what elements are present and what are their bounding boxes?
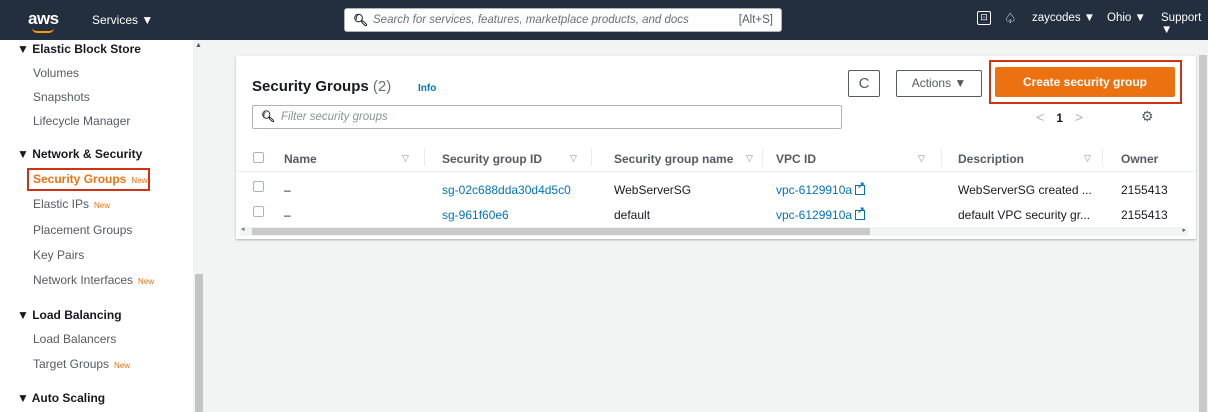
table-horizontal-scrollbar[interactable]: ◂ ▸: [240, 225, 1188, 236]
search-shortcut: [Alt+S]: [738, 14, 773, 26]
sidebar: ▼ Elastic Block Store Volumes Snapshots …: [0, 40, 205, 412]
cell-owner: 2155413: [1121, 208, 1168, 222]
external-link-icon: [855, 180, 866, 195]
sidebar-section-auto-scaling[interactable]: ▼ Auto Scaling: [17, 391, 105, 405]
create-security-group-button[interactable]: Create security group: [995, 67, 1175, 97]
search-icon: 🔍︎: [353, 13, 369, 27]
column-header-owner[interactable]: Owner: [1121, 152, 1158, 166]
cell-security-group-id-link[interactable]: sg-02c688dda30d4d5c0: [442, 183, 571, 197]
notifications-icon[interactable]: ♤: [1004, 10, 1017, 27]
select-all-checkbox[interactable]: [253, 152, 264, 163]
column-divider[interactable]: [424, 148, 425, 166]
cell-vpc-id-link[interactable]: vpc-6129910a: [776, 180, 866, 197]
column-header-security-group-name[interactable]: Security group name: [614, 152, 733, 166]
new-badge: New: [138, 277, 155, 286]
search-placeholder: Search for services, features, marketpla…: [373, 14, 689, 26]
row-checkbox[interactable]: [253, 181, 264, 192]
sidebar-item-snapshots[interactable]: Snapshots: [33, 90, 90, 104]
refresh-button[interactable]: C: [848, 70, 880, 97]
vpc-id-text: vpc-6129910a: [776, 183, 853, 197]
filter-placeholder: Filter security groups: [281, 111, 388, 123]
actions-button[interactable]: Actions ▼: [896, 70, 982, 97]
sidebar-item-security-groups[interactable]: Security Groups New: [33, 172, 147, 186]
new-badge: New: [131, 176, 148, 185]
sidebar-item-label: Security Groups: [33, 172, 127, 186]
sort-icon[interactable]: ▽: [746, 153, 753, 164]
sidebar-section-elastic-block-store[interactable]: ▼ Elastic Block Store: [17, 42, 141, 56]
new-badge: New: [94, 201, 111, 210]
sort-icon[interactable]: ▽: [570, 153, 577, 164]
sidebar-item-label: Target Groups: [33, 357, 110, 371]
global-search-input[interactable]: 🔍︎ Search for services, features, market…: [344, 8, 782, 32]
horizontal-scrollbar-thumb[interactable]: [252, 228, 870, 235]
refresh-icon: C: [858, 75, 870, 92]
support-menu[interactable]: Support ▼: [1161, 12, 1208, 36]
cell-security-group-id-link[interactable]: sg-961f60e6: [442, 208, 509, 222]
vpc-id-text: vpc-6129910a: [776, 208, 853, 222]
search-icon: 🔍︎: [261, 111, 275, 123]
cell-security-group-name: WebServerSG: [614, 183, 692, 197]
cell-owner: 2155413: [1121, 183, 1168, 197]
cloudshell-icon[interactable]: ⊡: [977, 11, 991, 25]
gear-icon[interactable]: ⚙: [1141, 108, 1154, 125]
services-menu[interactable]: Services ▼: [92, 13, 153, 27]
column-header-name[interactable]: Name: [284, 152, 317, 166]
sidebar-item-key-pairs[interactable]: Key Pairs: [33, 248, 84, 262]
scroll-right-arrow-icon[interactable]: ▸: [1182, 226, 1186, 234]
sidebar-item-label: Elastic IPs: [33, 197, 90, 211]
sidebar-item-placement-groups[interactable]: Placement Groups: [33, 223, 132, 237]
cell-description: WebServerSG created ...: [958, 183, 1092, 197]
sidebar-item-network-interfaces[interactable]: Network Interfaces New: [33, 273, 154, 287]
column-header-vpc-id[interactable]: VPC ID: [776, 152, 816, 166]
sort-icon[interactable]: ▽: [918, 153, 925, 164]
main-scrollbar-thumb[interactable]: [1199, 55, 1207, 412]
security-groups-panel: Security Groups (2) Info C Actions ▼ Cre…: [236, 56, 1196, 239]
page-title: Security Groups (2): [252, 78, 391, 95]
previous-page-icon[interactable]: <: [1036, 109, 1044, 125]
next-page-icon[interactable]: >: [1075, 109, 1083, 125]
cell-description: default VPC security gr...: [958, 208, 1091, 222]
aws-logo-smile: [32, 28, 54, 33]
item-count: (2): [372, 78, 392, 95]
sidebar-item-load-balancers[interactable]: Load Balancers: [33, 332, 116, 346]
sidebar-item-volumes[interactable]: Volumes: [33, 66, 79, 80]
sidebar-section-network-security[interactable]: ▼ Network & Security: [17, 147, 142, 161]
column-header-security-group-id[interactable]: Security group ID: [442, 152, 542, 166]
scroll-left-arrow-icon[interactable]: ◂: [241, 225, 245, 233]
filter-input[interactable]: 🔍︎ Filter security groups: [252, 105, 842, 129]
column-divider[interactable]: [1102, 148, 1103, 166]
sort-icon[interactable]: ▽: [402, 153, 409, 164]
column-divider[interactable]: [591, 148, 592, 166]
current-page[interactable]: 1: [1056, 111, 1063, 125]
info-link[interactable]: Info: [418, 83, 436, 94]
cell-vpc-id-link[interactable]: vpc-6129910a: [776, 205, 866, 222]
region-menu[interactable]: Ohio ▼: [1107, 12, 1146, 24]
sidebar-scrollbar-thumb[interactable]: [195, 274, 203, 412]
column-header-description[interactable]: Description: [958, 152, 1024, 166]
top-navigation-bar: aws Services ▼ 🔍︎ Search for services, f…: [0, 0, 1208, 40]
row-checkbox[interactable]: [253, 206, 264, 217]
pagination: <1 >: [1036, 109, 1083, 125]
sidebar-item-label: Network Interfaces: [33, 273, 134, 287]
table-header-divider: [236, 171, 1196, 172]
new-badge: New: [114, 361, 131, 370]
column-divider[interactable]: [941, 148, 942, 166]
sidebar-section-load-balancing[interactable]: ▼ Load Balancing: [17, 308, 122, 322]
sidebar-item-elastic-ips[interactable]: Elastic IPs New: [33, 197, 110, 211]
aws-logo[interactable]: aws: [28, 9, 59, 29]
cell-name: –: [284, 208, 291, 222]
cell-security-group-name: default: [614, 208, 651, 222]
sort-icon[interactable]: ▽: [1084, 153, 1091, 164]
sidebar-item-lifecycle-manager[interactable]: Lifecycle Manager: [33, 114, 130, 128]
scroll-up-arrow-icon[interactable]: ▲: [195, 42, 202, 49]
external-link-icon: [855, 205, 866, 220]
user-menu[interactable]: zaycodes ▼: [1032, 12, 1095, 24]
sidebar-item-target-groups[interactable]: Target Groups New: [33, 357, 130, 371]
column-divider[interactable]: [762, 148, 763, 166]
cell-name: –: [284, 183, 291, 197]
title-text: Security Groups: [252, 78, 369, 95]
